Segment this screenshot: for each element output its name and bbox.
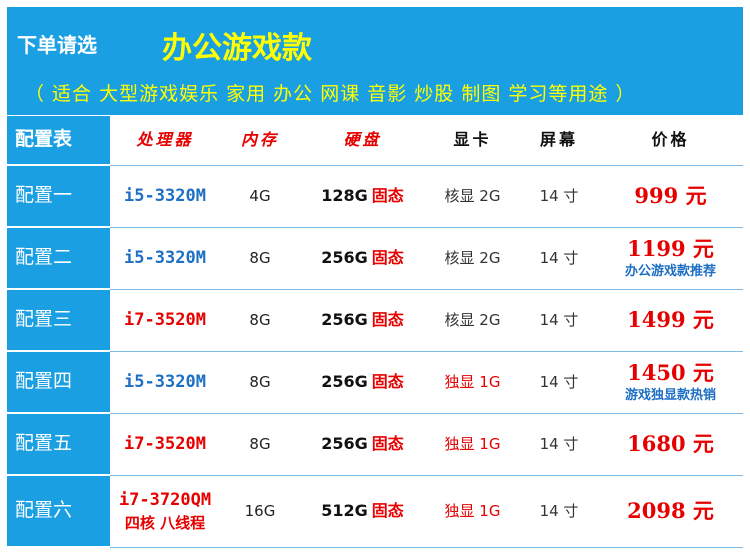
disk-type: 固态 bbox=[371, 310, 404, 330]
disk-spec: 512G 固态 bbox=[321, 501, 404, 521]
screen-size: 14 寸 bbox=[520, 166, 598, 228]
gpu-value: 独显 1G bbox=[425, 476, 520, 548]
disk-cell: 512G 固态 bbox=[300, 476, 425, 548]
disk-cell: 128G 固态 bbox=[300, 166, 425, 228]
disk-spec: 256G 固态 bbox=[321, 372, 404, 392]
memory-value: 8G bbox=[220, 290, 300, 352]
usage-description: （ 适合 大型游戏娱乐 家用 办公 网课 音影 炒股 制图 学习等用途 ） bbox=[25, 83, 636, 105]
page-title: 办公游戏款 bbox=[162, 31, 312, 66]
disk-type: 固态 bbox=[371, 372, 404, 392]
disk-capacity: 256G bbox=[321, 310, 368, 330]
header-disk: 硬盘 bbox=[300, 116, 425, 166]
cpu-cell: i7-3520M bbox=[110, 414, 220, 476]
header-banner: 下单请选 办公游戏款 （ 适合 大型游戏娱乐 家用 办公 网课 音影 炒股 制图… bbox=[7, 7, 743, 115]
price-value: 1450 元 bbox=[627, 360, 714, 386]
memory-value: 16G bbox=[220, 476, 300, 548]
cpu-model: i7-3720QM bbox=[118, 490, 212, 511]
config-label: 配置四 bbox=[7, 352, 110, 414]
order-prompt: 下单请选 bbox=[17, 33, 97, 57]
disk-spec: 256G 固态 bbox=[321, 434, 404, 454]
price-value: 1499 元 bbox=[627, 307, 714, 333]
screen-size: 14 寸 bbox=[520, 290, 598, 352]
disk-cell: 256G 固态 bbox=[300, 290, 425, 352]
gpu-value: 核显 2G bbox=[425, 166, 520, 228]
disk-capacity: 512G bbox=[321, 501, 368, 521]
screen-size: 14 寸 bbox=[520, 476, 598, 548]
gpu-value: 独显 1G bbox=[425, 414, 520, 476]
config-label: 配置一 bbox=[7, 166, 110, 228]
disk-type: 固态 bbox=[371, 186, 404, 206]
disk-type: 固态 bbox=[371, 434, 404, 454]
disk-capacity: 256G bbox=[321, 248, 368, 268]
config-label: 配置二 bbox=[7, 228, 110, 290]
disk-spec: 128G 固态 bbox=[321, 186, 404, 206]
disk-type: 固态 bbox=[371, 248, 404, 268]
screen-size: 14 寸 bbox=[520, 228, 598, 290]
disk-capacity: 256G bbox=[321, 434, 368, 454]
config-label: 配置五 bbox=[7, 414, 110, 476]
cpu-cell: i7-3520M bbox=[110, 290, 220, 352]
price-note: 游戏独显款热销 bbox=[624, 387, 716, 403]
price-note: 办公游戏款推荐 bbox=[624, 263, 716, 279]
gpu-value: 核显 2G bbox=[425, 228, 520, 290]
cpu-cell: i5-3320M bbox=[110, 228, 220, 290]
gpu-value: 独显 1G bbox=[425, 352, 520, 414]
disk-type: 固态 bbox=[371, 501, 404, 521]
disk-cell: 256G 固态 bbox=[300, 228, 425, 290]
cpu-model: i5-3320M bbox=[124, 247, 206, 268]
price-value: 1680 元 bbox=[627, 431, 714, 457]
disk-cell: 256G 固态 bbox=[300, 352, 425, 414]
disk-capacity: 256G bbox=[321, 372, 368, 392]
screen-size: 14 寸 bbox=[520, 352, 598, 414]
disk-capacity: 128G bbox=[321, 186, 368, 206]
config-table: 配置表 处理器 内存 硬盘 显卡 屏幕 价格 配置一 i5-3320M 4G 128G… bbox=[7, 116, 743, 552]
memory-value: 8G bbox=[220, 228, 300, 290]
price-cell: 2098 元 bbox=[598, 476, 743, 548]
header-screen: 屏幕 bbox=[520, 116, 598, 166]
gpu-value: 核显 2G bbox=[425, 290, 520, 352]
memory-value: 8G bbox=[220, 414, 300, 476]
screen-size: 14 寸 bbox=[520, 414, 598, 476]
memory-value: 8G bbox=[220, 352, 300, 414]
header-memory: 内存 bbox=[220, 116, 300, 166]
price-value: 2098 元 bbox=[627, 498, 714, 524]
price-cell: 1499 元 bbox=[598, 290, 743, 352]
cpu-model: i5-3320M bbox=[124, 371, 206, 392]
cpu-model: i7-3520M bbox=[124, 309, 206, 330]
product-config-page: 下单请选 办公游戏款 （ 适合 大型游戏娱乐 家用 办公 网课 音影 炒股 制图… bbox=[0, 0, 750, 560]
price-value: 999 元 bbox=[634, 183, 707, 209]
header-cpu: 处理器 bbox=[110, 116, 220, 166]
header-gpu: 显卡 bbox=[425, 116, 520, 166]
cpu-cores: 四核 八线程 bbox=[124, 513, 206, 532]
config-label: 配置六 bbox=[7, 476, 110, 548]
cpu-model: i5-3320M bbox=[124, 185, 206, 206]
disk-cell: 256G 固态 bbox=[300, 414, 425, 476]
cpu-model: i7-3520M bbox=[124, 433, 206, 454]
price-cell: 1680 元 bbox=[598, 414, 743, 476]
disk-spec: 256G 固态 bbox=[321, 310, 404, 330]
cpu-cell: i5-3320M bbox=[110, 352, 220, 414]
cpu-cell: i5-3320M bbox=[110, 166, 220, 228]
cpu-cell: i7-3720QM 四核 八线程 bbox=[110, 476, 220, 548]
config-label: 配置三 bbox=[7, 290, 110, 352]
price-cell: 1450 元游戏独显款热销 bbox=[598, 352, 743, 414]
price-cell: 999 元 bbox=[598, 166, 743, 228]
price-value: 1199 元 bbox=[627, 236, 714, 262]
header-label: 配置表 bbox=[7, 116, 110, 166]
memory-value: 4G bbox=[220, 166, 300, 228]
price-cell: 1199 元办公游戏款推荐 bbox=[598, 228, 743, 290]
header-price: 价格 bbox=[598, 116, 743, 166]
disk-spec: 256G 固态 bbox=[321, 248, 404, 268]
